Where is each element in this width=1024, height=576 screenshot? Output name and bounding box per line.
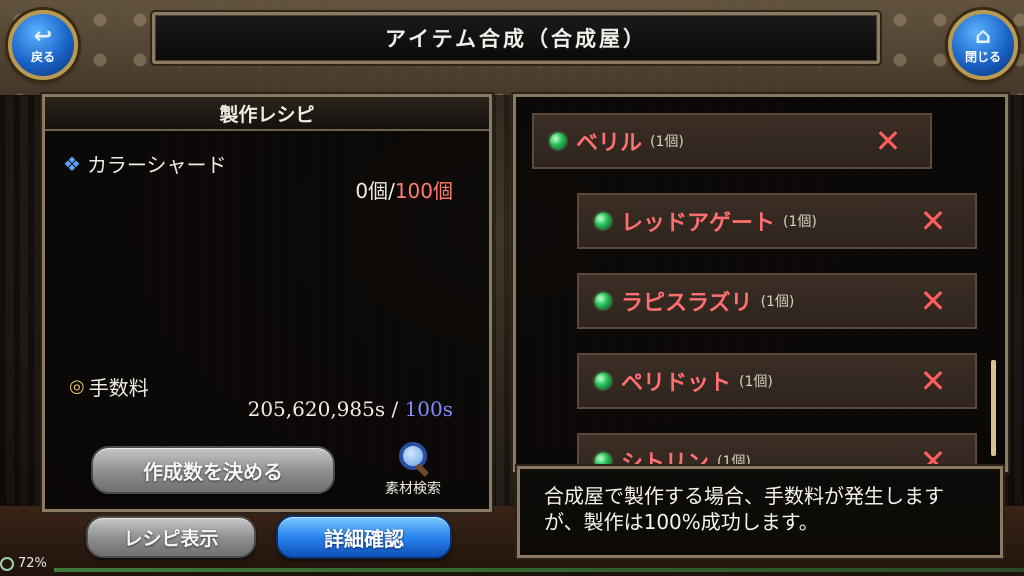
x-icon[interactable]: ✕	[870, 123, 906, 159]
close-label: 閉じる	[964, 49, 1001, 64]
x-icon[interactable]: ✕	[915, 363, 951, 399]
close-button[interactable]: ⌂ 閉じる	[948, 10, 1018, 80]
ingredient-list: ベリル (1個) ✕ レッドアゲート (1個) ✕ ラピスラズリ (1個) ✕ …	[513, 94, 1008, 472]
fee-separator: /	[385, 397, 405, 421]
item-name: ペリドット	[621, 371, 732, 396]
blue-shard-icon: ❖	[63, 151, 81, 176]
green-gem-icon	[595, 373, 611, 389]
battery-level: 72%	[18, 556, 47, 571]
home-icon: ⌂	[975, 23, 991, 49]
fee-label: 手数料	[88, 376, 149, 400]
item-qty: (1個)	[760, 294, 795, 310]
bottom-divider	[54, 568, 1024, 572]
material-search-button[interactable]: 素材検索	[370, 440, 456, 498]
material-name: カラーシャード	[86, 153, 227, 177]
material-owned: 0個	[355, 179, 389, 203]
recipe-panel: 製作レシピ ❖ カラーシャード 0個/100個 ◎ 手数料 205,620,98…	[42, 94, 492, 512]
details-button[interactable]: 詳細確認	[276, 515, 452, 559]
item-name: ベリル	[576, 131, 643, 156]
battery-ring-icon	[0, 556, 14, 571]
fee-owned: 205,620,985s	[247, 397, 386, 421]
list-item[interactable]: ベリル (1個) ✕	[532, 113, 932, 169]
fee-cost: 100s	[404, 397, 453, 421]
back-arrow-icon: ↩	[33, 23, 53, 49]
battery-indicator: 72%	[0, 556, 47, 571]
back-label: 戻る	[30, 49, 55, 64]
material-required: 100個	[394, 179, 453, 203]
magnifier-icon	[395, 440, 431, 478]
fee-value: 205,620,985s / 100s	[248, 397, 453, 421]
fee-row: ◎ 手数料	[69, 372, 149, 401]
item-name: ラピスラズリ	[621, 291, 753, 316]
info-message: 合成屋で製作する場合、手数料が発生しますが、製作は100%成功します。	[517, 466, 1003, 558]
x-icon[interactable]: ✕	[915, 203, 951, 239]
coin-icon: ◎	[69, 376, 85, 397]
item-qty: (1個)	[783, 214, 817, 230]
window-title: アイテム合成（合成屋）	[152, 12, 880, 64]
green-gem-icon	[595, 293, 611, 309]
green-gem-icon	[550, 133, 566, 149]
list-scrollbar[interactable]	[991, 360, 996, 456]
decide-quantity-button[interactable]: 作成数を決める	[91, 446, 335, 494]
search-label: 素材検索	[385, 481, 441, 497]
x-icon[interactable]: ✕	[915, 283, 951, 319]
list-item[interactable]: ラピスラズリ (1個) ✕	[577, 273, 977, 329]
item-qty: (1個)	[739, 374, 773, 390]
back-button[interactable]: ↩ 戻る	[8, 10, 78, 80]
green-gem-icon	[595, 213, 611, 229]
item-name: レッドアゲート	[621, 211, 776, 236]
material-count: 0個/100個	[355, 175, 453, 204]
recipe-panel-header: 製作レシピ	[45, 97, 489, 131]
material-row: ❖ カラーシャード	[63, 149, 227, 178]
material-separator: /	[388, 179, 395, 203]
list-item[interactable]: ペリドット (1個) ✕	[577, 353, 977, 409]
item-qty: (1個)	[650, 134, 684, 150]
recipe-view-button[interactable]: レシピ表示	[86, 516, 256, 558]
list-item[interactable]: レッドアゲート (1個) ✕	[577, 193, 977, 249]
